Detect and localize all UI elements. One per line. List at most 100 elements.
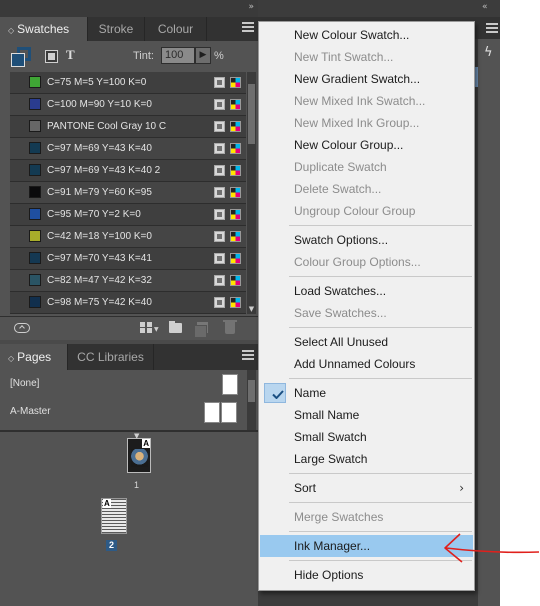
swatch-color-chip (29, 142, 41, 154)
masters-scrollbar[interactable] (247, 370, 256, 430)
menu-item-label: Sort (294, 481, 317, 495)
right-panel-menu-icon[interactable] (486, 23, 498, 35)
collapse-dock-icon[interactable]: » (248, 2, 254, 12)
collapse-dock-icon[interactable]: « (482, 2, 488, 12)
menu-item-name[interactable]: Name (260, 382, 473, 404)
swatch-color-chip (29, 252, 41, 264)
swatch-row[interactable]: C=97 M=69 Y=43 K=40 2 (10, 160, 246, 182)
process-colour-icon (214, 297, 225, 308)
swatch-row[interactable]: C=42 M=18 Y=100 K=0 (10, 226, 246, 248)
master-a[interactable]: A-Master (0, 400, 247, 426)
formatting-text-icon[interactable]: T (66, 47, 75, 63)
scrollbar-thumb[interactable] (248, 84, 255, 144)
dropdown-caret-icon[interactable]: ▼ (154, 326, 159, 333)
menu-item-label: Hide Options (294, 568, 364, 582)
swatch-row[interactable]: PANTONE Cool Gray 10 C (10, 116, 246, 138)
fill-stroke-icon[interactable] (11, 47, 33, 69)
menu-item-new-colour-swatch[interactable]: New Colour Swatch... (260, 24, 473, 46)
swatch-color-chip (29, 76, 41, 88)
swatches-tab-bar: ◇ Swatches Stroke Colour (0, 17, 258, 41)
menu-item-label: Load Swatches... (294, 284, 387, 298)
menu-item-new-colour-group[interactable]: New Colour Group... (260, 134, 473, 156)
page-2-thumbnail[interactable]: A (101, 498, 127, 534)
menu-item-new-gradient-swatch[interactable]: New Gradient Swatch... (260, 68, 473, 90)
cc-library-cloud-icon[interactable] (14, 323, 30, 333)
swatch-list-scrollbar[interactable]: ▼ (247, 72, 256, 314)
tab-pages-label: Pages (17, 350, 52, 364)
tab-colour[interactable]: Colour (145, 17, 207, 41)
tab-stroke[interactable]: Stroke (88, 17, 145, 41)
new-colour-group-icon[interactable] (169, 321, 182, 333)
menu-item-load-swatches[interactable]: Load Swatches... (260, 280, 473, 302)
process-colour-icon (214, 187, 225, 198)
menu-item-delete-swatch: Delete Swatch... (260, 178, 473, 200)
pages-panel-menu-icon[interactable] (242, 350, 254, 364)
scrollbar-thumb[interactable] (248, 380, 255, 402)
masters-section: [None] A-Master (0, 370, 247, 430)
master-none-thumbnail[interactable] (222, 374, 238, 395)
swatches-panel-menu: New Colour Swatch... New Tint Swatch... Ne… (258, 21, 475, 591)
menu-item-label: Swatch Options... (294, 233, 389, 247)
menu-item-new-tint-swatch: New Tint Swatch... (260, 46, 473, 68)
swatch-row[interactable]: C=91 M=79 Y=60 K=95 (10, 182, 246, 204)
menu-item-label: New Mixed Ink Swatch... (294, 94, 426, 108)
tint-input[interactable]: 100 (161, 47, 195, 64)
tab-swatches-label: Swatches (17, 22, 70, 36)
lightning-icon[interactable]: ϟ (484, 45, 493, 60)
menu-item-select-all-unused[interactable]: Select All Unused (260, 331, 473, 353)
menu-item-small-name[interactable]: Small Name (260, 404, 473, 426)
tint-label: Tint: (133, 50, 154, 62)
menu-separator (289, 276, 472, 277)
menu-item-label: New Mixed Ink Group... (294, 116, 420, 130)
swatch-row[interactable]: C=100 M=90 Y=10 K=0 (10, 94, 246, 116)
menu-separator (289, 225, 472, 226)
tab-cc-libraries[interactable]: CC Libraries (68, 344, 154, 370)
expand-collapse-icon: ◇ (8, 26, 15, 35)
swatch-row[interactable]: C=97 M=69 Y=43 K=40 (10, 138, 246, 160)
scroll-down-icon[interactable]: ▼ (247, 305, 256, 313)
swatch-name: C=97 M=69 Y=43 K=40 2 (47, 165, 161, 176)
master-a-right-thumbnail[interactable] (221, 402, 237, 423)
process-colour-icon (214, 121, 225, 132)
menu-item-small-swatch[interactable]: Small Swatch (260, 426, 473, 448)
swatch-row[interactable]: C=98 M=75 Y=42 K=40 (10, 292, 246, 314)
indesign-workspace: » ◇ Swatches Stroke Colour T Tint: 100 ▶… (0, 0, 500, 606)
tint-slider-toggle-icon[interactable]: ▶ (195, 47, 211, 64)
page-1-thumbnail[interactable]: A (127, 438, 151, 473)
master-none-label: [None] (10, 378, 40, 389)
swatch-row[interactable]: C=97 M=70 Y=43 K=41 (10, 248, 246, 270)
swatch-color-chip (29, 208, 41, 220)
menu-item-label: Add Unnamed Colours (294, 357, 416, 371)
swatch-row[interactable]: C=82 M=47 Y=42 K=32 (10, 270, 246, 292)
swatch-list: C=75 M=5 Y=100 K=0 C=100 M=90 Y=10 K=0 PAN… (10, 72, 246, 314)
tab-swatches[interactable]: ◇ Swatches (0, 17, 88, 41)
menu-item-swatch-options[interactable]: Swatch Options... (260, 229, 473, 251)
swatch-row[interactable]: C=75 M=5 Y=100 K=0 (10, 72, 246, 94)
menu-item-sort[interactable]: Sort › (260, 477, 473, 499)
cmyk-mode-icon (230, 275, 241, 286)
swatch-name: C=100 M=90 Y=10 K=0 (47, 99, 152, 110)
panel-dock-header: » (0, 0, 258, 17)
formatting-container-icon[interactable] (45, 50, 58, 63)
expand-collapse-icon: ◇ (8, 354, 15, 363)
menu-item-large-swatch[interactable]: Large Swatch (260, 448, 473, 470)
delete-swatch-icon[interactable] (223, 320, 237, 334)
swatches-panel-menu-icon[interactable] (242, 22, 254, 36)
tab-pages[interactable]: ◇ Pages (0, 344, 68, 370)
master-a-left-thumbnail[interactable] (204, 402, 220, 423)
swatch-name: C=95 M=70 Y=2 K=0 (47, 209, 141, 220)
cmyk-mode-icon (230, 297, 241, 308)
menu-item-label: Merge Swatches (294, 510, 384, 524)
menu-item-label: Ungroup Colour Group (294, 204, 416, 218)
swatch-name: C=82 M=47 Y=42 K=32 (47, 275, 152, 286)
new-swatch-icon[interactable] (194, 322, 208, 338)
show-swatch-kinds-icon[interactable] (140, 322, 152, 333)
tab-cc-libraries-label: CC Libraries (77, 350, 144, 364)
swatch-row[interactable]: C=95 M=70 Y=2 K=0 (10, 204, 246, 226)
menu-item-add-unnamed-colours[interactable]: Add Unnamed Colours (260, 353, 473, 375)
fill-box[interactable] (11, 53, 25, 67)
menu-item-label: Save Swatches... (294, 306, 387, 320)
cmyk-mode-icon (230, 231, 241, 242)
master-none[interactable]: [None] (0, 372, 247, 398)
cmyk-mode-icon (230, 253, 241, 264)
